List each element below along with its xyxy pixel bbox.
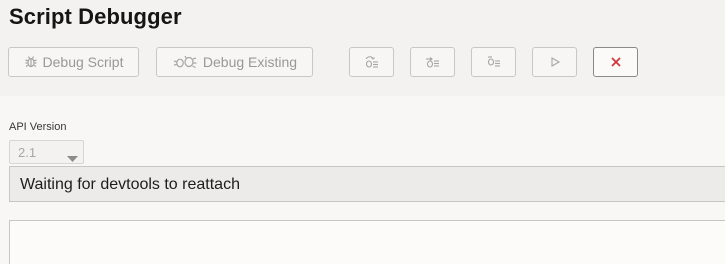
step-over-button[interactable] <box>349 47 394 77</box>
status-bar: Waiting for devtools to reattach <box>9 166 725 202</box>
bugs-icon <box>172 55 198 69</box>
api-version-label: API Version <box>9 121 67 133</box>
step-into-icon <box>425 55 441 69</box>
debug-existing-button[interactable]: Debug Existing <box>156 47 313 77</box>
close-icon <box>610 56 622 68</box>
header-toolbar: Script Debugger Debug Script Debug Exist… <box>0 0 725 96</box>
debug-script-label: Debug Script <box>42 54 124 70</box>
api-version-select[interactable]: 2.1 <box>9 140 84 164</box>
console-panel[interactable] <box>9 220 725 264</box>
step-out-icon <box>486 55 502 69</box>
bug-icon <box>24 55 38 69</box>
chevron-down-icon <box>67 150 78 165</box>
stop-button[interactable] <box>593 47 638 77</box>
step-over-icon <box>364 55 380 69</box>
api-version-value: 2.1 <box>18 145 37 160</box>
status-message: Waiting for devtools to reattach <box>20 176 240 193</box>
debug-script-button[interactable]: Debug Script <box>8 47 139 77</box>
page-title: Script Debugger <box>9 4 182 29</box>
step-into-button[interactable] <box>410 47 455 77</box>
play-button[interactable] <box>532 47 577 77</box>
debug-existing-label: Debug Existing <box>202 54 298 70</box>
step-out-button[interactable] <box>471 47 516 77</box>
play-icon <box>549 56 561 68</box>
